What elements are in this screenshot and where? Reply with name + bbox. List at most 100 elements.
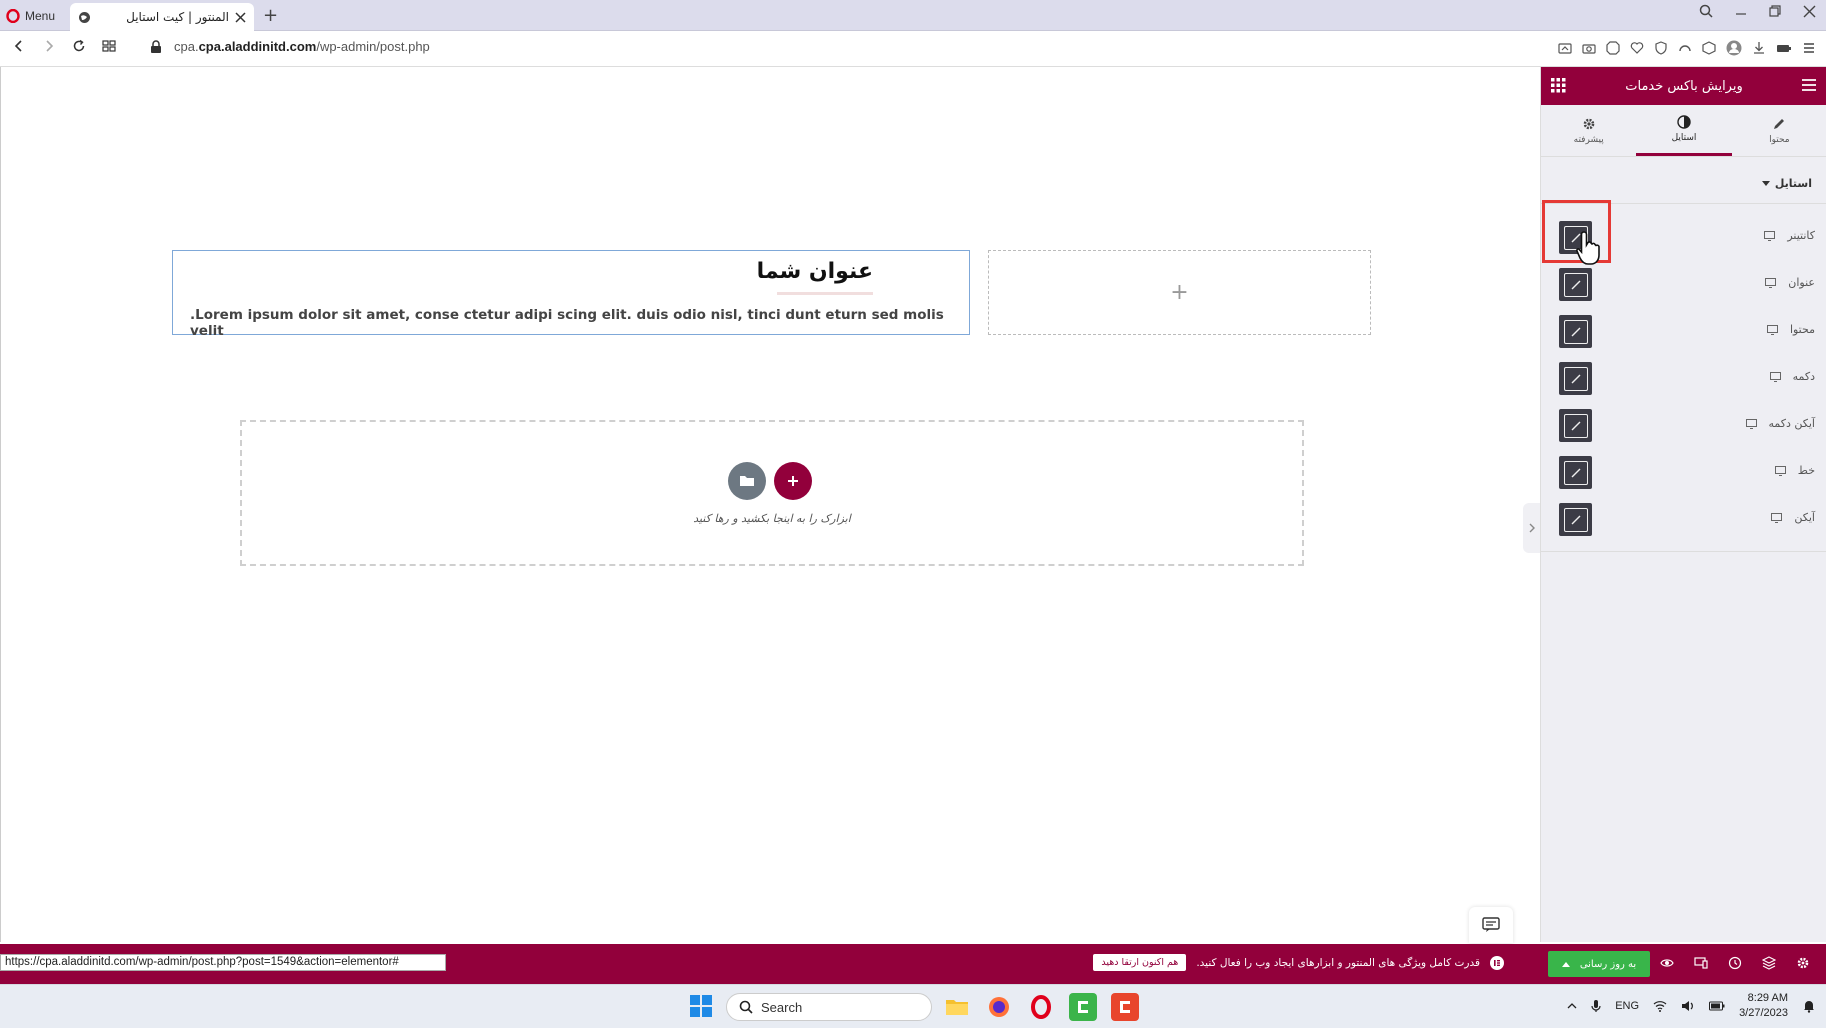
easy-setup-menu-icon[interactable]	[1802, 41, 1816, 55]
battery-saver-icon[interactable]	[1776, 41, 1792, 55]
edit-style-button-button-icon[interactable]	[1559, 409, 1592, 442]
windows-taskbar: Search ENG 8:29 AM 3/27/2023	[0, 984, 1826, 1028]
label-text: دکمه	[1792, 370, 1815, 383]
preview-eye-icon[interactable]	[1660, 956, 1674, 970]
monitor-icon	[1765, 277, 1777, 288]
tab-advanced[interactable]: پیشرفته	[1541, 105, 1636, 156]
style-section-toggle[interactable]: استایل	[1761, 177, 1812, 190]
heart-icon[interactable]	[1630, 41, 1644, 55]
wifi-icon[interactable]	[1653, 1000, 1667, 1012]
tab-content-label: محتوا	[1769, 134, 1790, 145]
monitor-icon	[1769, 371, 1781, 382]
control-row-heading: عنوان	[1541, 264, 1826, 304]
snapshot-icon[interactable]	[1558, 41, 1572, 55]
monitor-icon	[1771, 512, 1783, 523]
panel-header: ویرایش باکس خدمات	[1541, 67, 1826, 105]
cube-icon[interactable]	[1702, 41, 1716, 55]
reload-icon[interactable]	[72, 39, 86, 53]
address-bar[interactable]: cpa.cpa.aladdinitd.com/wp-admin/post.php	[150, 39, 430, 54]
monitor-icon	[1774, 465, 1786, 476]
folder-icon	[945, 997, 969, 1017]
new-section-drop-zone[interactable]: ابزارک را به اینجا بکشید و رها کنید	[240, 420, 1304, 566]
elementor-panel: ویرایش باکس خدمات پیشرفته استایل محتوا ا…	[1540, 67, 1826, 942]
volume-icon[interactable]	[1681, 1000, 1695, 1012]
edit-style-button-icon[interactable]	[1559, 503, 1592, 536]
restore-icon[interactable]	[1769, 5, 1781, 17]
tab-advanced-label: پیشرفته	[1573, 134, 1604, 145]
battery-icon[interactable]	[1709, 1001, 1725, 1011]
microphone-icon[interactable]	[1591, 999, 1601, 1013]
template-library-button[interactable]	[728, 462, 766, 500]
caret-down-icon	[1761, 180, 1770, 187]
control-label-heading: عنوان	[1765, 276, 1815, 289]
search-tabs-icon[interactable]	[1699, 4, 1713, 18]
menu-label: Menu	[25, 9, 56, 23]
profile-icon[interactable]	[1726, 40, 1742, 56]
service-box-heading[interactable]: عنوان شما	[757, 259, 873, 284]
history-icon[interactable]	[1728, 956, 1742, 970]
responsive-mode-icon[interactable]	[1694, 956, 1708, 970]
camtasia-recorder-app[interactable]	[1069, 993, 1097, 1021]
url-path: /wp-admin/post.php	[316, 39, 430, 54]
minimize-icon[interactable]	[1735, 5, 1747, 17]
input-language[interactable]: ENG	[1615, 1000, 1639, 1012]
close-tab-icon[interactable]	[235, 11, 246, 23]
add-section-button[interactable]	[774, 462, 812, 500]
tab-style[interactable]: استایل	[1636, 105, 1732, 156]
folder-icon	[739, 474, 755, 488]
url-host: cpa.aladdinitd.com	[198, 39, 317, 54]
forward-icon[interactable]	[42, 39, 56, 53]
camera-icon[interactable]	[1582, 41, 1596, 55]
browser-tab-active[interactable]: المنتور | کیت استایل	[70, 3, 254, 31]
download-icon[interactable]	[1752, 41, 1766, 55]
settings-gear-icon[interactable]	[1796, 956, 1810, 970]
file-explorer-app[interactable]	[943, 993, 971, 1021]
navigator-layers-icon[interactable]	[1762, 956, 1776, 970]
shield-icon[interactable]	[1654, 41, 1668, 55]
chevron-up-icon[interactable]	[1567, 1002, 1577, 1010]
camtasia-editor-app[interactable]	[1111, 993, 1139, 1021]
hamburger-menu-icon[interactable]	[1801, 78, 1817, 92]
back-icon[interactable]	[12, 39, 26, 53]
opera-menu-button[interactable]: Menu	[6, 4, 55, 28]
plus-icon	[786, 474, 800, 488]
service-box-widget[interactable]: عنوان شما .Lorem ipsum dolor sit amet, c…	[172, 250, 970, 339]
edit-style-button-heading[interactable]	[1559, 268, 1592, 301]
update-button[interactable]: به روز رسانی	[1548, 951, 1650, 977]
edit-style-button-line[interactable]	[1559, 456, 1592, 489]
camtasia-green-icon	[1075, 999, 1091, 1015]
upgrade-button[interactable]: هم اکنون ارتقا دهید	[1093, 954, 1187, 971]
chevron-right-icon	[1528, 523, 1536, 533]
vpn-icon[interactable]	[1678, 41, 1692, 55]
caret-up-icon[interactable]	[1561, 961, 1570, 967]
control-row-icon: آیکن	[1541, 499, 1826, 539]
control-label-icon: آیکن	[1771, 511, 1815, 524]
empty-column-add-button[interactable]: +	[988, 250, 1371, 335]
update-button-label: به روز رسانی	[1579, 958, 1637, 970]
panel-collapse-handle[interactable]	[1523, 503, 1541, 553]
control-row-content: محتوا	[1541, 311, 1826, 351]
tab-content[interactable]: محتوا	[1732, 105, 1826, 156]
edit-style-button-button[interactable]	[1559, 362, 1592, 395]
pinned-apps	[943, 993, 1139, 1021]
opera-app[interactable]	[1027, 993, 1055, 1021]
browser-toolbar: cpa.cpa.aladdinitd.com/wp-admin/post.php	[0, 31, 1826, 67]
notification-bell-icon[interactable]	[1802, 999, 1816, 1013]
opera-logo-icon	[6, 9, 20, 23]
status-bar-url: https://cpa.aladdinitd.com/wp-admin/post…	[0, 954, 446, 971]
close-window-icon[interactable]	[1803, 5, 1816, 18]
edit-style-button-content[interactable]	[1559, 315, 1592, 348]
firefox-app[interactable]	[985, 993, 1013, 1021]
notes-button[interactable]	[1469, 907, 1513, 943]
start-button[interactable]	[690, 995, 712, 1021]
tab-grid-icon[interactable]	[102, 39, 116, 53]
adblock-icon[interactable]	[1606, 41, 1620, 55]
drop-zone-buttons	[728, 462, 812, 500]
widgets-grid-icon[interactable]	[1551, 78, 1566, 93]
system-clock[interactable]: 8:29 AM 3/27/2023	[1739, 991, 1788, 1021]
control-label-line: خط	[1774, 464, 1815, 477]
new-tab-button[interactable]: +	[263, 5, 278, 26]
taskbar-search[interactable]: Search	[726, 993, 932, 1021]
windows-logo-icon	[690, 995, 712, 1017]
service-box-text[interactable]: .Lorem ipsum dolor sit amet, conse ctetu…	[190, 307, 969, 339]
